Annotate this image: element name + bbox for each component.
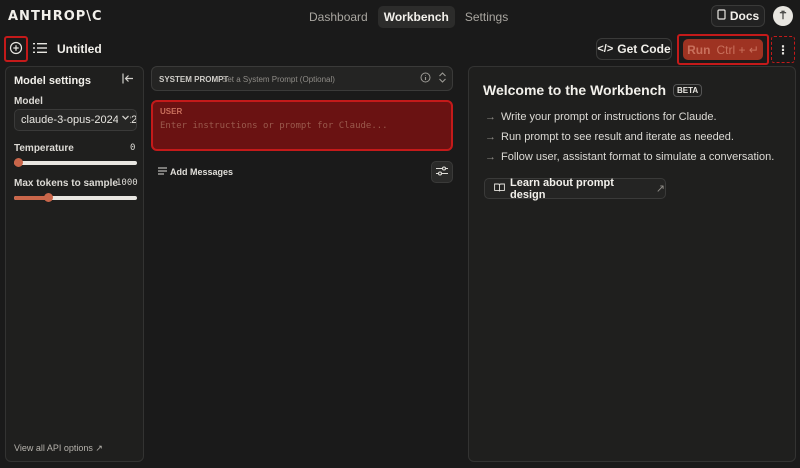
user-role-label: USER: [160, 107, 183, 116]
model-settings-panel: Model settings Model claude-3-opus-20240…: [5, 66, 144, 462]
nav-tabs: Dashboard Workbench Settings: [303, 6, 514, 28]
max-tokens-slider-fill: [14, 196, 48, 200]
prompt-title[interactable]: Untitled: [57, 42, 102, 56]
run-label: Run: [687, 42, 711, 57]
avatar[interactable]: ⍑: [773, 6, 793, 26]
collapse-panel-button[interactable]: [122, 72, 134, 87]
temperature-slider[interactable]: [14, 158, 137, 167]
book-icon: [717, 9, 726, 23]
tab-workbench[interactable]: Workbench: [377, 6, 455, 28]
collapse-left-icon: [122, 72, 134, 87]
tab-settings[interactable]: Settings: [459, 6, 514, 28]
external-link-icon: ↗: [655, 183, 665, 195]
run-button[interactable]: Run Ctrl + ↵: [683, 39, 763, 60]
temperature-value: 0: [130, 143, 136, 153]
user-message-placeholder: Enter instructions or prompt for Claude.…: [160, 121, 388, 131]
toolbar: Untitled </> Get Code Run Ctrl + ↵ ⋮: [0, 33, 800, 65]
arrow-right-icon: →: [485, 151, 496, 163]
add-messages-button[interactable]: Add Messages: [158, 167, 233, 177]
system-prompt-label: SYSTEM PROMPT: [159, 75, 229, 84]
list-icon: [33, 43, 47, 57]
message-settings-button[interactable]: [431, 161, 453, 183]
welcome-panel: Welcome to the Workbench BETA → Write you…: [468, 66, 796, 462]
view-api-options-link[interactable]: View all API options ↗: [14, 443, 103, 454]
learn-prompt-design-button[interactable]: Learn about prompt design ↗: [484, 176, 666, 201]
model-settings-header: Model settings: [14, 75, 92, 87]
welcome-item-text: Write your prompt or instructions for Cl…: [501, 111, 717, 123]
welcome-item: → Follow user, assistant format to simula…: [485, 151, 774, 163]
arrow-right-icon: →: [485, 131, 496, 143]
temperature-slider-handle[interactable]: [14, 158, 23, 167]
expand-toggle-icon[interactable]: [438, 71, 447, 87]
max-tokens-label: Max tokens to sample: [14, 178, 118, 189]
add-lines-icon: [158, 167, 167, 177]
get-code-button[interactable]: </> Get Code: [596, 38, 672, 60]
welcome-title: Welcome to the Workbench: [483, 82, 667, 98]
run-shortcut: Ctrl + ↵: [716, 42, 759, 57]
arrow-right-icon: →: [485, 111, 496, 123]
max-tokens-slider[interactable]: [14, 193, 137, 202]
prompt-list-button[interactable]: [33, 42, 47, 57]
more-options-button[interactable]: ⋮: [771, 36, 795, 63]
new-prompt-button[interactable]: [4, 36, 28, 62]
sliders-icon: [436, 165, 448, 179]
get-code-label: Get Code: [617, 42, 671, 56]
info-icon[interactable]: [420, 72, 431, 86]
welcome-item: → Write your prompt or instructions for C…: [485, 111, 717, 123]
welcome-item-text: Follow user, assistant format to simulat…: [501, 151, 775, 163]
welcome-item: → Run prompt to see result and iterate as…: [485, 131, 734, 143]
add-messages-label: Add Messages: [170, 167, 234, 177]
model-label: Model: [14, 96, 43, 107]
beta-badge: BETA: [673, 84, 703, 97]
max-tokens-value: 1000: [116, 178, 138, 188]
docs-button[interactable]: Docs: [711, 5, 765, 27]
system-prompt-placeholder: Set a System Prompt (Optional): [222, 75, 335, 84]
top-bar: ANTHROP\C Dashboard Workbench Settings D…: [0, 0, 800, 33]
run-button-highlight: Run Ctrl + ↵: [677, 34, 769, 65]
max-tokens-slider-handle[interactable]: [43, 193, 53, 202]
plus-circle-icon: [9, 41, 23, 58]
learn-label: Learn about prompt design: [510, 176, 614, 201]
book-open-icon: [494, 183, 505, 195]
system-prompt-field[interactable]: SYSTEM PROMPT Set a System Prompt (Optio…: [151, 66, 453, 91]
docs-label: Docs: [729, 9, 760, 23]
user-message-input[interactable]: USER Enter instructions or prompt for Cl…: [151, 100, 453, 151]
tab-dashboard[interactable]: Dashboard: [303, 6, 374, 28]
chevron-down-icon: [118, 113, 130, 125]
model-select[interactable]: claude-3-opus-20240229: [14, 109, 137, 131]
code-icon: </>: [597, 43, 614, 55]
temperature-label: Temperature: [14, 143, 74, 154]
welcome-item-text: Run prompt to see result and iterate as …: [501, 131, 734, 143]
anthropic-logo[interactable]: ANTHROP\C: [8, 9, 103, 24]
more-vertical-icon: ⋮: [777, 42, 789, 57]
